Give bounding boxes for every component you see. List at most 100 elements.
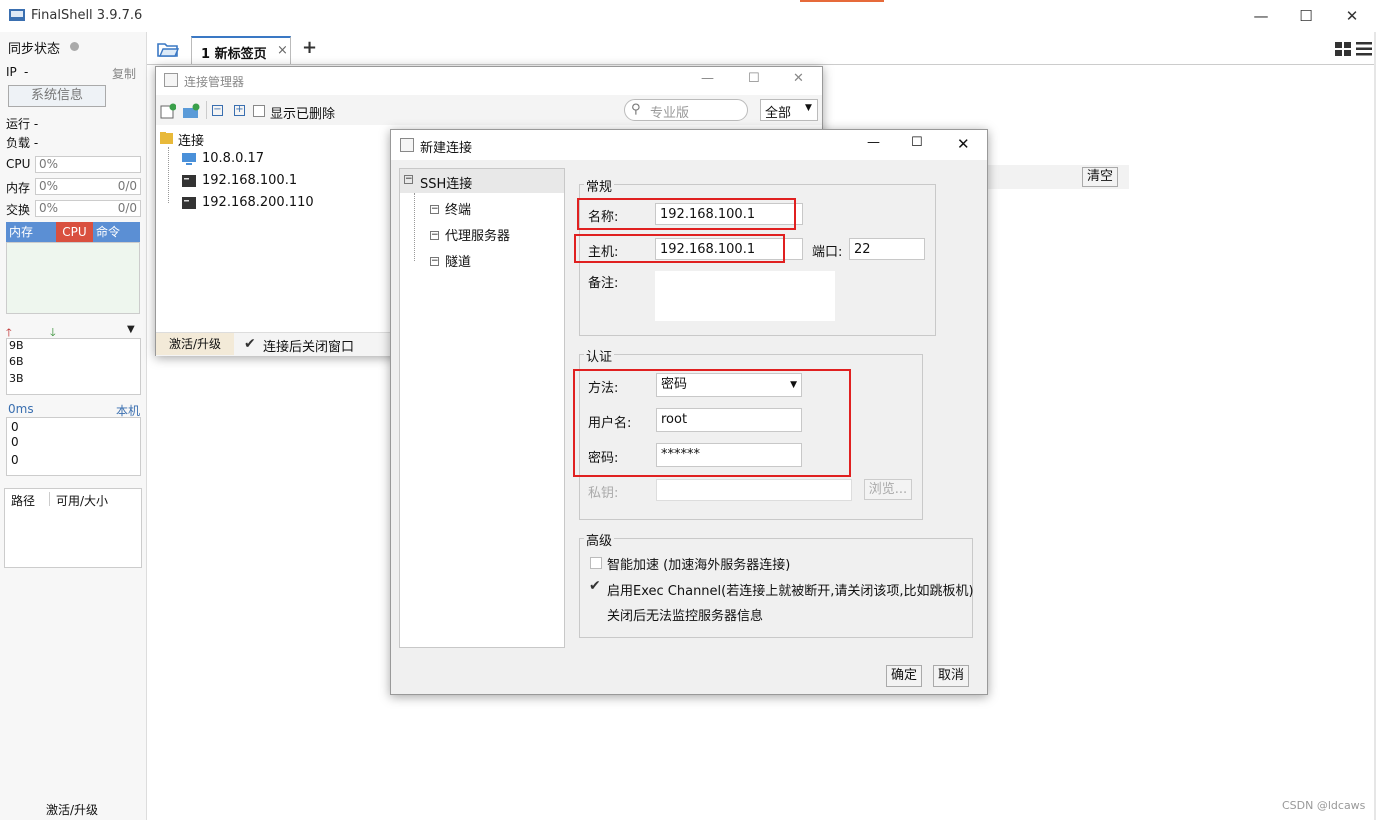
latency-tick: 0 [11,453,19,467]
clear-button[interactable]: 清空 [1082,167,1118,187]
tree-selected-row[interactable]: − SSH连接 [400,169,564,193]
minimize-button[interactable]: — [1238,0,1284,32]
tab-memory[interactable]: 内存 [6,222,56,242]
collapse-icon[interactable]: − [430,257,439,266]
latency-tick: 0 [11,420,19,434]
system-info-button[interactable]: 系统信息 [8,85,106,107]
auth-group-title: 认证 [584,346,615,365]
watermark: CSDN @ldcaws [1282,799,1366,812]
private-key-label: 私钥: [588,486,619,501]
tree-ssh: SSH连接 [420,177,473,192]
new-conn-title: 新建连接 [420,141,473,156]
smart-accel-label: 智能加速 (加速海外服务器连接) [607,558,791,573]
list-view-icon[interactable] [1356,42,1372,60]
ip-label: IP [6,65,17,79]
tab-cpu[interactable]: CPU [56,222,93,242]
conn-manager-maximize-button[interactable]: ☐ [748,71,760,86]
tree-terminal[interactable]: 终端 [445,199,471,218]
mem-extra: 0/0 [117,179,137,193]
tree-item-connection[interactable]: 192.168.200.110 [202,195,314,210]
expand-all-icon[interactable]: + [234,105,245,116]
close-window-button[interactable]: ✕ [1329,0,1375,32]
cancel-button[interactable]: 取消 [933,665,969,687]
conn-manager-minimize-button[interactable]: — [701,71,714,86]
terminal-icon [182,197,196,213]
new-conn-maximize-button[interactable]: ☐ [911,135,923,150]
collapse-icon[interactable]: − [430,205,439,214]
ok-button[interactable]: 确定 [886,665,922,687]
cpu-meter: 0% [35,156,141,173]
maximize-button[interactable]: ☐ [1283,0,1329,32]
terminal-icon [182,175,196,191]
highlight-box [577,198,796,230]
conn-manager-close-button[interactable]: ✕ [793,71,804,86]
app-title: FinalShell 3.9.7.6 [31,8,143,23]
tree-tunnel[interactable]: 隧道 [445,251,471,270]
tab-label: 1 新标签页 [201,47,267,62]
smart-accel-checkbox[interactable] [590,557,602,569]
swap-meter: 0% 0/0 [35,200,141,217]
mem-value: 0% [39,179,59,193]
open-folder-icon[interactable] [157,40,180,62]
monitor-icon [182,153,196,169]
new-folder-icon[interactable] [182,103,200,123]
app-logo-icon [9,8,25,22]
settings-tree: − SSH连接 − 终端 − 代理服务器 − 隧道 [399,168,565,648]
tab-new-tab[interactable]: 1 新标签页 × [191,36,291,64]
net-dropdown-icon[interactable]: ▼ [127,324,135,335]
disk-col-size: 可用/大小 [56,494,109,508]
chevron-down-icon: ▼ [805,103,812,113]
mem-label: 内存 [6,181,31,195]
highlight-box [574,234,785,263]
tab-command[interactable]: 命令 [93,222,140,242]
activate-upgrade-link[interactable]: 激活/升级 [46,801,98,818]
tab-close-icon[interactable]: × [277,43,288,58]
conn-manager-toolbar: − + 显示已删除 ⚲ 专业版 全部 ▼ [156,95,822,125]
tree-item-connection[interactable]: 10.8.0.17 [202,151,264,166]
java-app-icon [400,138,414,152]
show-deleted-checkbox[interactable] [253,105,265,117]
close-after-connect-checkbox[interactable]: ✔ [244,336,256,352]
swap-value: 0% [39,201,59,215]
log-toolbar: 清空 [985,165,1129,189]
general-group-title: 常规 [584,176,615,195]
mem-meter: 0% 0/0 [35,178,141,195]
grid-view-icon[interactable] [1335,42,1351,60]
browse-button[interactable]: 浏览... [864,479,912,500]
show-deleted-label: 显示已删除 [270,107,336,122]
port-field[interactable]: 22 [849,238,925,260]
tree-item-connection[interactable]: 192.168.100.1 [202,173,297,188]
network-graph: 9B 6B 3B [6,338,141,395]
new-conn-minimize-button[interactable]: — [867,135,880,150]
latency-tick: 0 [11,435,19,449]
search-box[interactable]: ⚲ 专业版 [624,99,748,121]
collapse-icon[interactable]: − [404,175,413,184]
tree-root-connections[interactable]: 连接 [178,130,204,149]
private-key-field[interactable] [656,479,852,501]
new-file-icon[interactable] [160,103,177,123]
copy-ip-button[interactable]: 复制 [112,65,136,82]
new-connection-dialog: 新建连接 — ☐ ✕ − SSH连接 − 终端 − 代理服务器 − 隧道 常规 … [390,129,988,695]
exec-channel-checkbox[interactable]: ✔ [589,578,601,594]
tab-bar-divider [147,64,1376,65]
exec-channel-label: 启用Exec Channel(若连接上就被断开,请关闭该项,比如跳板机) [607,584,974,599]
swap-label: 交换 [6,203,31,217]
tree-proxy[interactable]: 代理服务器 [445,225,510,244]
port-label: 端口: [812,245,843,260]
collapse-icon[interactable]: − [430,231,439,240]
cpu-value: 0% [39,157,59,171]
search-icon: ⚲ [631,102,641,117]
filter-select[interactable]: 全部 ▼ [760,99,818,121]
add-tab-icon[interactable]: + [302,37,317,58]
filter-value: 全部 [765,106,792,121]
activate-upgrade-button[interactable]: 激活/升级 [156,333,234,355]
new-conn-close-button[interactable]: ✕ [957,135,970,153]
advanced-group-title: 高级 [584,530,615,549]
java-app-icon [164,73,178,87]
note-field[interactable] [655,271,835,321]
latency-graph: 0 0 0 [6,417,141,476]
disk-col-path: 路径 [11,494,36,508]
collapse-all-icon[interactable]: − [212,105,223,116]
conn-manager-titlebar: 连接管理器 — ☐ ✕ [156,67,822,95]
exec-channel-note: 关闭后无法监控服务器信息 [607,609,764,624]
